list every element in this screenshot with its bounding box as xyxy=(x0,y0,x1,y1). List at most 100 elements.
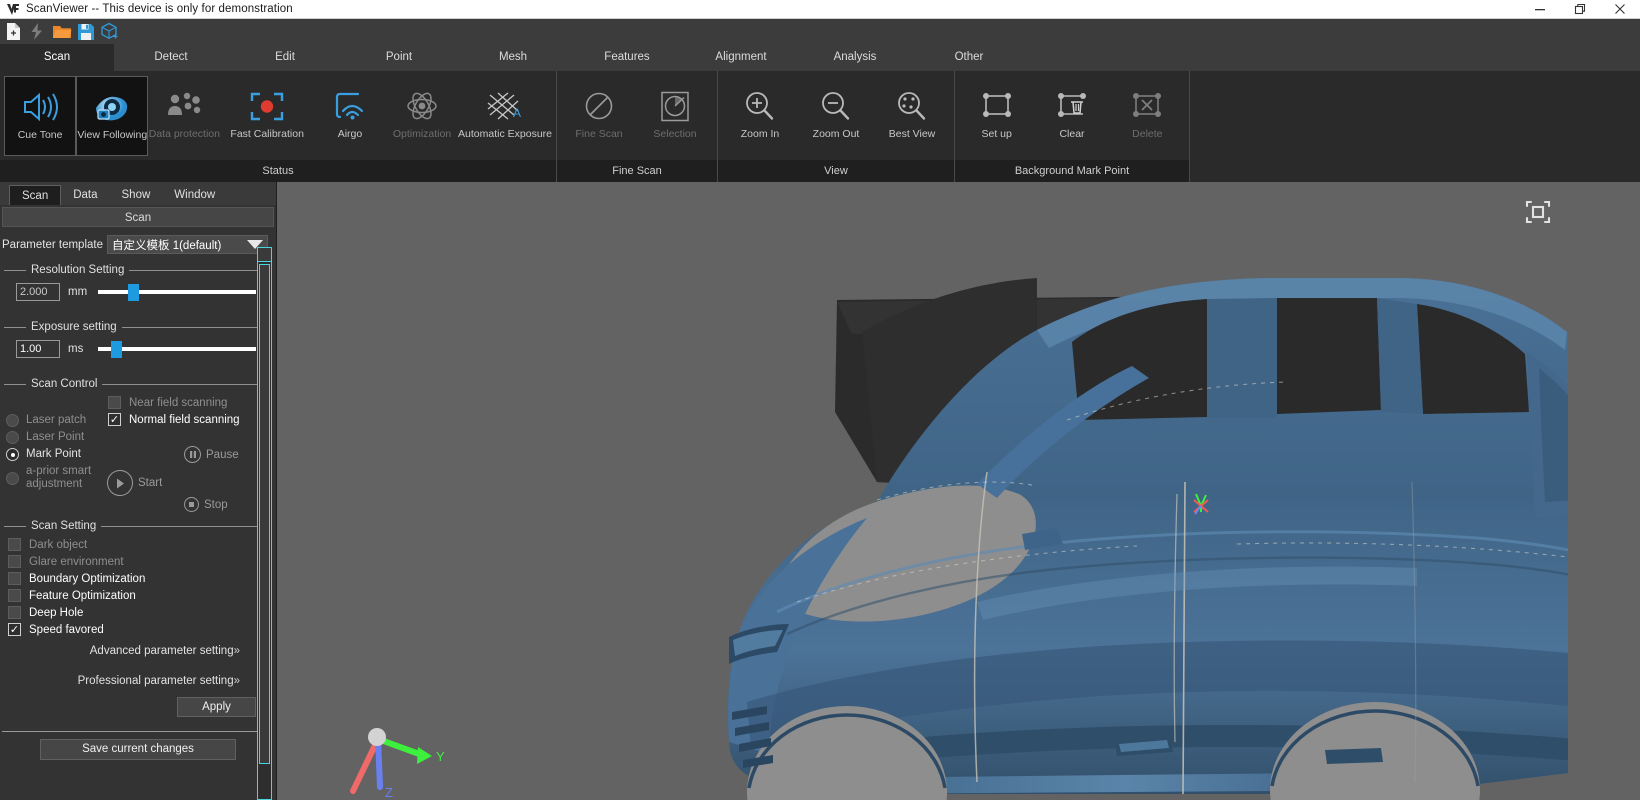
resolution-slider[interactable] xyxy=(98,284,256,301)
ribbon-tab-other[interactable]: Other xyxy=(912,44,1026,71)
scan-setting-group: Scan Setting Dark object Glare environme… xyxy=(4,520,266,723)
advanced-parameter-setting-link[interactable]: Advanced parameter setting» xyxy=(6,638,266,661)
viewport-right-filler xyxy=(1568,182,1640,800)
radio-a-prior-smart-adjustment[interactable]: a-prior smart adjustment xyxy=(6,463,104,493)
ribbon-button-clear[interactable]: Clear xyxy=(1034,76,1109,156)
apply-button[interactable]: Apply xyxy=(177,697,256,717)
ribbon-button-best-view[interactable]: Best View xyxy=(874,76,950,156)
selection-icon xyxy=(655,84,695,128)
radio-laser-patch[interactable]: Laser patch xyxy=(6,412,104,429)
fit-to-screen-icon[interactable] xyxy=(1525,199,1551,225)
fine-scan-icon xyxy=(579,84,619,128)
ribbon-button-selection-label: Selection xyxy=(653,128,697,140)
save-icon[interactable] xyxy=(75,21,96,42)
ribbon-button-selection[interactable]: Selection xyxy=(637,76,713,156)
advanced-parameter-setting-label: Advanced parameter setting xyxy=(89,645,234,657)
ribbon-tab-mesh[interactable]: Mesh xyxy=(456,44,570,71)
exposure-slider-thumb[interactable] xyxy=(110,341,122,358)
ribbon-button-automatic-exposure[interactable]: A Automatic Exposure xyxy=(458,76,552,156)
checkbox-normal-field-scanning[interactable]: ✓ Normal field scanning xyxy=(108,411,266,428)
parameter-template-combo[interactable]: 自定义模板 1(default) xyxy=(107,235,268,254)
flash-icon[interactable] xyxy=(27,21,48,42)
close-button[interactable] xyxy=(1600,0,1640,19)
ribbon-button-zoom-in[interactable]: Zoom In xyxy=(722,76,798,156)
left-panel-tab-show[interactable]: Show xyxy=(110,185,163,205)
stop-button[interactable]: Stop xyxy=(184,497,228,512)
radio-laser-patch-indicator xyxy=(6,414,19,427)
ribbon-tab-analysis[interactable]: Analysis xyxy=(798,44,912,71)
left-panel-body: Parameter template 自定义模板 1(default) Reso… xyxy=(0,227,276,760)
left-panel-tab-data[interactable]: Data xyxy=(61,185,109,205)
checkbox-boundary-optimization[interactable]: Boundary Optimization xyxy=(6,570,266,587)
ribbon-button-fine-scan-label: Fine Scan xyxy=(575,128,623,140)
save-row: Save current changes xyxy=(0,732,276,760)
scan-setting-legend: Scan Setting xyxy=(31,520,97,532)
scrollbar-up-arrow[interactable] xyxy=(258,248,271,262)
ribbon-tab-features[interactable]: Features xyxy=(570,44,684,71)
ribbon-group-fine-scan-items: Fine Scan Selection xyxy=(557,71,717,160)
ribbon-group-view: Zoom In Zoom Out Best View View xyxy=(718,71,955,182)
chevron-double-down-icon-2: » xyxy=(233,675,241,687)
ribbon-button-data-protection[interactable]: Data protection xyxy=(148,76,220,156)
ribbon-button-view-following[interactable]: View Following xyxy=(76,76,149,156)
ribbon-button-fine-scan[interactable]: Fine Scan xyxy=(561,76,637,156)
ribbon-button-set-up[interactable]: Set up xyxy=(959,76,1034,156)
scan-control-legend: Scan Control xyxy=(31,378,98,390)
ribbon-tab-scan[interactable]: Scan xyxy=(0,44,114,71)
checkbox-dark-object[interactable]: Dark object xyxy=(6,536,266,553)
ribbon-button-zoom-out[interactable]: Zoom Out xyxy=(798,76,874,156)
resolution-slider-thumb[interactable] xyxy=(128,284,140,301)
ribbon-group-status-items: Cue Tone View Following Data protection … xyxy=(0,71,556,160)
axis-gizmo[interactable]: Y Z xyxy=(350,715,450,800)
parameter-template-value: 自定义模板 1(default) xyxy=(112,239,222,252)
checkbox-glare-environment[interactable]: Glare environment xyxy=(6,553,266,570)
pause-icon xyxy=(184,446,201,463)
minimize-button[interactable] xyxy=(1520,0,1560,19)
ribbon-tab-point[interactable]: Point xyxy=(342,44,456,71)
parameter-template-label: Parameter template xyxy=(2,238,103,251)
scan-control-radio-list: Laser patch Laser Point Mark Point a-pri… xyxy=(4,392,104,518)
professional-parameter-setting-link[interactable]: Professional parameter setting» xyxy=(6,661,266,691)
eye-follow-icon xyxy=(92,85,132,129)
checkbox-near-field-scanning[interactable]: Near field scanning xyxy=(108,394,266,411)
ribbon-body: Cue Tone View Following Data protection … xyxy=(0,71,1640,182)
zoom-in-icon xyxy=(740,84,780,128)
ribbon-button-clear-label: Clear xyxy=(1059,128,1085,140)
left-panel-tab-window[interactable]: Window xyxy=(162,185,227,205)
checkbox-deep-hole[interactable]: Deep Hole xyxy=(6,604,266,621)
window-title: ScanViewer -- This device is only for de… xyxy=(26,3,293,15)
start-button[interactable]: Start xyxy=(107,470,162,496)
ribbon-button-optimization[interactable]: Optimization xyxy=(386,76,458,156)
ribbon-button-delete[interactable]: Delete xyxy=(1110,76,1185,156)
new-file-icon[interactable] xyxy=(3,21,24,42)
pause-button[interactable]: Pause xyxy=(184,446,239,463)
ribbon-tab-alignment[interactable]: Alignment xyxy=(684,44,798,71)
maximize-button[interactable] xyxy=(1560,0,1600,19)
exposure-value-input[interactable]: 1.00 xyxy=(16,340,60,358)
radio-mark-point[interactable]: Mark Point xyxy=(6,446,104,463)
checkbox-feature-optimization[interactable]: Feature Optimization xyxy=(6,587,266,604)
ribbon-tab-edit[interactable]: Edit xyxy=(228,44,342,71)
scrollbar-thumb[interactable] xyxy=(259,264,270,764)
ribbon-tab-detect[interactable]: Detect xyxy=(114,44,228,71)
resolution-value-input[interactable]: 2.000 xyxy=(16,283,60,301)
ribbon-filler xyxy=(1190,71,1640,182)
viewport-3d[interactable] xyxy=(277,182,1568,800)
save-current-changes-button[interactable]: Save current changes xyxy=(40,739,236,760)
checkbox-boundary-optimization-box xyxy=(8,572,21,585)
checkbox-speed-favored[interactable]: ✓ Speed favored xyxy=(6,621,266,638)
left-panel-tab-scan[interactable]: Scan xyxy=(9,185,62,205)
airgo-wifi-icon xyxy=(330,84,370,128)
radio-laser-point-label: Laser Point xyxy=(26,431,85,443)
app-logo-icon xyxy=(4,0,22,19)
open-folder-icon[interactable] xyxy=(51,21,72,42)
exposure-slider[interactable] xyxy=(98,341,256,358)
ribbon-group-background-mark-point-items: Set up Clear Delete xyxy=(955,71,1189,160)
ribbon-button-fast-calibration[interactable]: Fast Calibration xyxy=(220,76,314,156)
add-model-icon[interactable] xyxy=(99,21,120,42)
radio-laser-point[interactable]: Laser Point xyxy=(6,429,104,446)
ribbon-button-cue-tone[interactable]: Cue Tone xyxy=(4,76,77,156)
checkbox-feature-optimization-label: Feature Optimization xyxy=(29,589,136,602)
left-panel-scrollbar[interactable] xyxy=(257,247,272,800)
ribbon-button-airgo[interactable]: Airgo xyxy=(314,76,386,156)
